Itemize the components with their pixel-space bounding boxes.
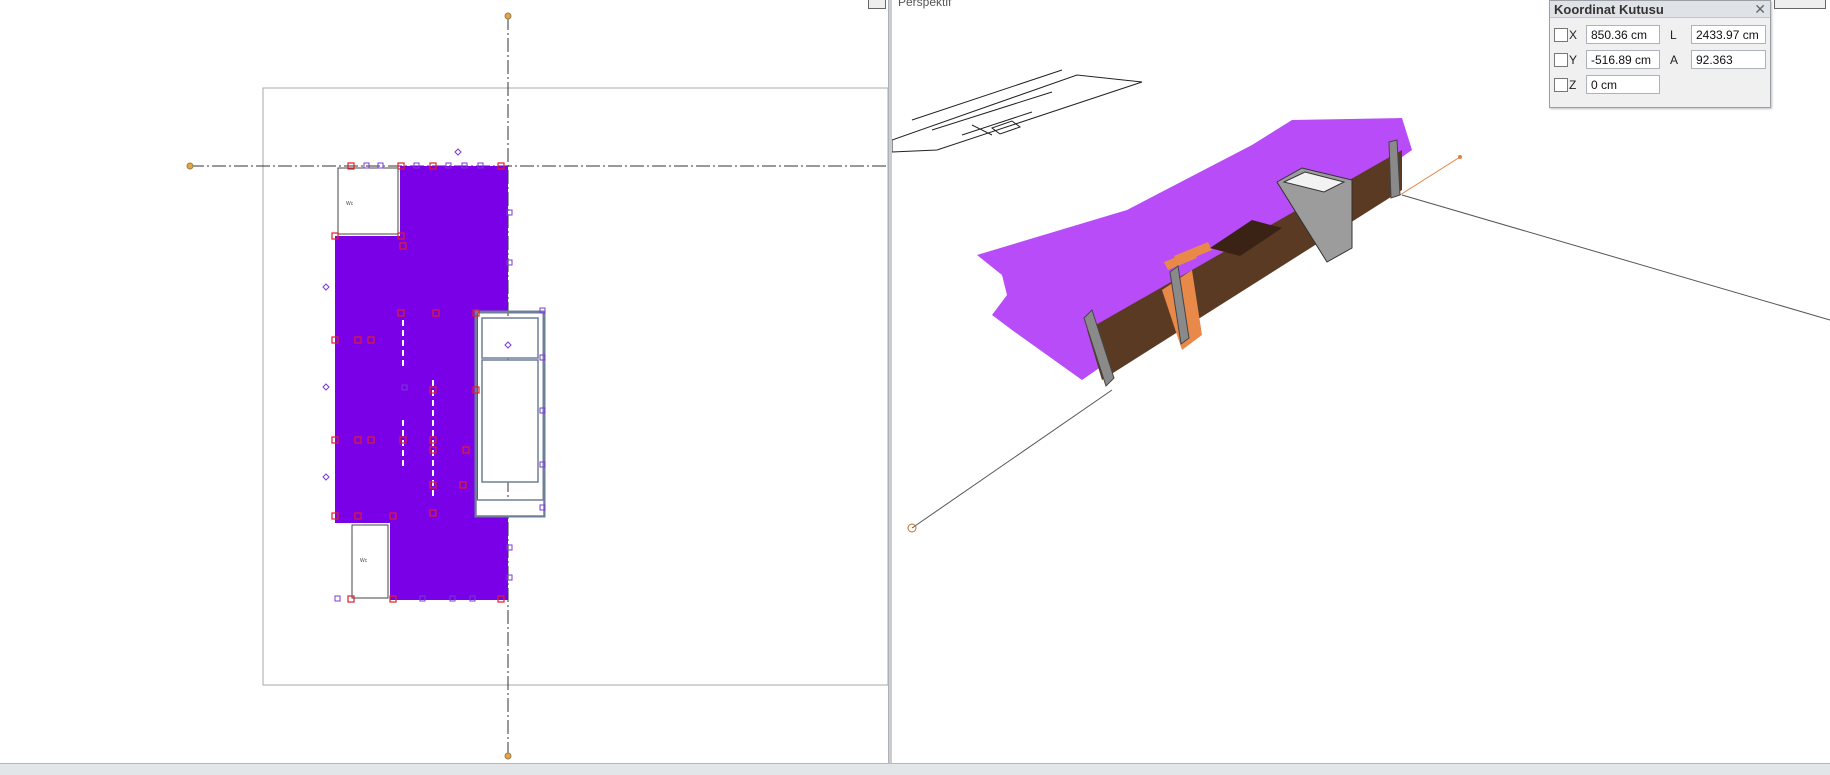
plan-drawing[interactable]: Wc Wc bbox=[0, 0, 888, 764]
a-field[interactable]: 92.363 bbox=[1691, 50, 1766, 69]
x-field[interactable]: 850.36 cm bbox=[1586, 25, 1660, 44]
z-lock-checkbox[interactable] bbox=[1554, 78, 1568, 92]
perspective-drawing[interactable] bbox=[892, 0, 1830, 764]
room-bottom bbox=[351, 524, 389, 599]
axis-end-marker bbox=[504, 12, 512, 20]
z-label: Z bbox=[1569, 78, 1577, 92]
x-label: X bbox=[1569, 28, 1578, 42]
y-field[interactable]: -516.89 cm bbox=[1586, 50, 1660, 69]
a-label: A bbox=[1670, 53, 1679, 67]
perspective-viewport[interactable]: Perspektif bbox=[892, 0, 1830, 764]
axis-end-marker bbox=[504, 752, 512, 760]
coordinate-box-title: Koordinat Kutusu bbox=[1550, 1, 1770, 18]
svg-text:Wc: Wc bbox=[346, 201, 354, 207]
l-label: L bbox=[1670, 28, 1677, 42]
axis-end-marker bbox=[186, 162, 194, 170]
axis-line bbox=[1399, 156, 1461, 196]
z-field[interactable]: 0 cm bbox=[1586, 75, 1660, 94]
plan-viewport[interactable]: Wc Wc bbox=[0, 0, 888, 764]
y-lock-checkbox[interactable] bbox=[1554, 53, 1568, 67]
axis-end-marker bbox=[1458, 155, 1462, 159]
axis-line bbox=[1401, 194, 1830, 321]
axis-line bbox=[911, 389, 1113, 529]
x-lock-checkbox[interactable] bbox=[1554, 28, 1568, 42]
close-icon[interactable]: ✕ bbox=[1754, 1, 1766, 18]
viewport-controls[interactable] bbox=[1774, 0, 1826, 9]
l-field[interactable]: 2433.97 cm bbox=[1691, 25, 1766, 44]
y-label: Y bbox=[1569, 53, 1578, 67]
status-bar bbox=[0, 763, 1830, 775]
plan-outline-3d bbox=[892, 69, 1143, 153]
viewport-maximize-button[interactable] bbox=[868, 0, 886, 9]
coordinate-box-dialog[interactable]: Koordinat Kutusu ✕ X 850.36 cm L 2433.97… bbox=[1549, 0, 1771, 108]
svg-text:Wc: Wc bbox=[360, 558, 368, 564]
